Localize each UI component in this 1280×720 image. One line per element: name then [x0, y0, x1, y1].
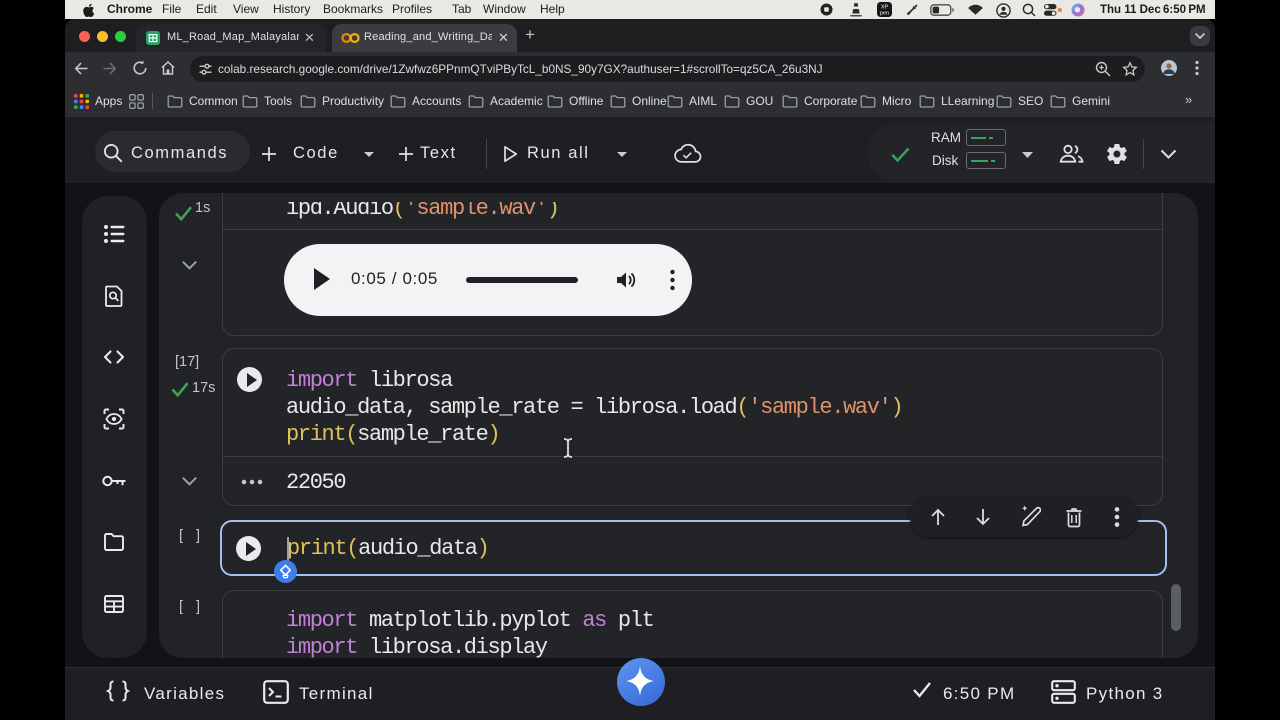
svg-text:pen: pen [880, 11, 889, 17]
